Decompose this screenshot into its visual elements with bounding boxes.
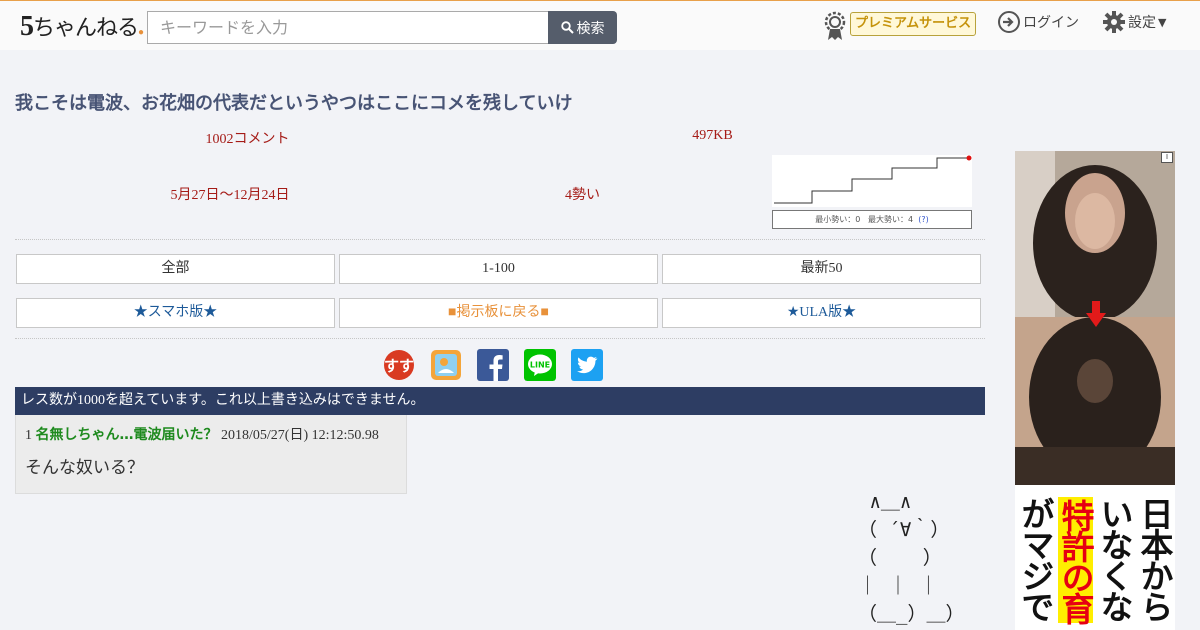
post-number[interactable]: 1 (25, 428, 32, 443)
search-icon (560, 21, 574, 34)
show-all-button[interactable]: 全部 (16, 254, 335, 284)
svg-text:LINE: LINE (530, 361, 550, 370)
closed-thread-notice: レス数が1000を超えています。これ以上書き込みはできません。 (15, 387, 985, 415)
post-body: そんな奴いる？ (25, 458, 144, 478)
ula-version-button[interactable]: ★ULA版★ (662, 298, 981, 328)
graph-caption: 最小勢い：0 最大勢い：4 (?) (772, 210, 972, 229)
date-range: 5月27日〜12月24日 (170, 188, 290, 203)
momentum-endpoint (966, 155, 972, 161)
logo-dot-icon: ● (138, 27, 144, 38)
momentum: 4勢い (565, 188, 600, 203)
ascii-art: ∧＿∧ （ ´∀｀） （ ） ｜ ｜ ｜ （＿_）＿） (858, 491, 965, 625)
logo-text: ちゃんねる (33, 15, 139, 40)
ad-info-icon[interactable]: i (1161, 152, 1173, 163)
premium-badge-icon[interactable] (822, 11, 848, 41)
back-to-board-button[interactable]: ■掲示板に戻る■ (339, 298, 658, 328)
caret-down-icon: ▼ (1158, 15, 1167, 29)
search-button-label: 検索 (576, 20, 605, 37)
help-link[interactable]: (?) (918, 215, 929, 224)
twitter-icon[interactable] (571, 349, 603, 381)
login-link[interactable]: ログイン (997, 10, 1079, 34)
thread-title: 我こそは電波、お花畑の代表だというやつはここにコメを残していけ (15, 93, 573, 114)
line-icon[interactable]: LINE (524, 349, 556, 381)
divider (15, 338, 985, 339)
ad-headline-column: いなくな (1095, 497, 1134, 621)
comment-count: 1002コメント (205, 132, 290, 147)
ad-headline-column: 特許の育 (1056, 497, 1095, 623)
login-label: ログイン (1023, 15, 1079, 31)
matome-icon[interactable] (430, 349, 462, 381)
post-header: 1 名無しちゃん…電波届いた？ 2018/05/27(日) 12:12:50.9… (25, 424, 379, 444)
top-bar: 5ちゃんねる● 検索 プレミアムサービス ログイン 設定 ▼ (0, 0, 1200, 50)
range-1-100-button[interactable]: 1-100 (339, 254, 658, 284)
search-button[interactable]: 検索 (548, 11, 617, 44)
search-input[interactable] (147, 11, 549, 44)
ad-headline: 日本から いなくな 特許の育 がマジで (1015, 485, 1175, 630)
sutamato-icon[interactable]: すす (383, 349, 415, 381)
ad-headline-column: がマジで (1016, 497, 1055, 621)
ad-after-photo (1015, 317, 1175, 485)
max-momentum: 最大勢い：4 (868, 215, 914, 224)
momentum-line (774, 157, 969, 204)
advertisement[interactable]: 日本から いなくな 特許の育 がマジで i (1015, 151, 1175, 630)
gear-icon (1103, 11, 1125, 33)
thread-size: 497KB (692, 128, 733, 143)
site-logo[interactable]: 5ちゃんねる● (20, 10, 144, 43)
min-momentum: 最小勢い：0 (815, 215, 861, 224)
logo-number: 5 (20, 11, 34, 42)
smartphone-version-button[interactable]: ★スマホ版★ (16, 298, 335, 328)
login-icon (998, 11, 1020, 33)
settings-label: 設定 (1128, 15, 1156, 31)
arrow-down-icon (1086, 301, 1106, 327)
momentum-graph (772, 155, 972, 207)
settings-menu[interactable]: 設定 ▼ (1102, 10, 1166, 34)
premium-service-link[interactable]: プレミアムサービス (850, 12, 977, 36)
ad-headline-column: 日本から (1135, 497, 1174, 621)
svg-text:すす: すす (384, 357, 414, 375)
post-date: 2018/05/27(日) 12:12:50.98 (221, 428, 379, 443)
ad-before-photo (1015, 151, 1175, 317)
post-author: 名無しちゃん…電波届いた？ (35, 427, 218, 443)
facebook-icon[interactable] (477, 349, 509, 381)
post: 1 名無しちゃん…電波届いた？ 2018/05/27(日) 12:12:50.9… (15, 415, 407, 494)
latest-50-button[interactable]: 最新50 (662, 254, 981, 284)
divider (15, 239, 985, 240)
